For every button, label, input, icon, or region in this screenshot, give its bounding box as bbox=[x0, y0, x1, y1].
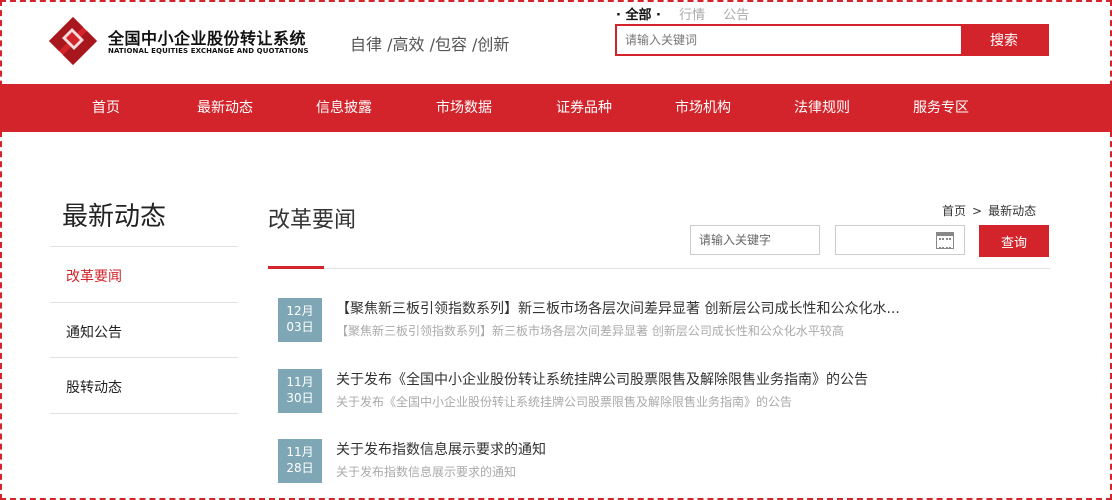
neeq-logo-icon[interactable] bbox=[48, 16, 98, 66]
sidebar-item-neeq-news[interactable]: 股转动态 bbox=[66, 377, 122, 397]
news-summary: 关于发布《全国中小企业股份转让系统挂牌公司股票限售及解除限售业务指南》的公告 bbox=[336, 395, 793, 409]
news-day: 30日 bbox=[286, 391, 314, 405]
nav-item-services[interactable]: 服务专区 bbox=[913, 84, 969, 132]
news-title-link[interactable]: 关于发布指数信息展示要求的通知 bbox=[336, 439, 546, 459]
sidebar-divider bbox=[50, 246, 238, 247]
news-date-badge: 12月 03日 bbox=[278, 298, 322, 342]
nav-item-home[interactable]: 首页 bbox=[92, 84, 120, 132]
scope-tab-announcements[interactable]: 公告 bbox=[723, 8, 749, 23]
title-underline-accent bbox=[268, 266, 324, 269]
slogan: 自律 /高效 /包容 /创新 bbox=[350, 35, 510, 54]
date-picker[interactable] bbox=[835, 225, 965, 255]
scope-tab-all[interactable]: · 全部 · bbox=[616, 8, 661, 23]
news-item[interactable]: 11月 30日 关于发布《全国中小企业股份转让系统挂牌公司股票限售及解除限售业务… bbox=[278, 369, 1053, 415]
news-item[interactable]: 11月 28日 关于发布指数信息展示要求的通知 关于发布指数信息展示要求的通知 bbox=[278, 439, 1053, 485]
logo-title-en: NATIONAL EQUITIES EXCHANGE AND QUOTATION… bbox=[108, 47, 309, 55]
sidebar-item-reform-news[interactable]: 改革要闻 bbox=[66, 266, 122, 286]
news-summary: 关于发布指数信息展示要求的通知 bbox=[336, 465, 517, 479]
nav-item-disclosure[interactable]: 信息披露 bbox=[316, 84, 372, 132]
news-day: 03日 bbox=[286, 320, 314, 334]
news-month: 11月 bbox=[286, 375, 314, 389]
search-button[interactable]: 搜索 bbox=[961, 26, 1047, 54]
news-item[interactable]: 12月 03日 【聚焦新三板引领指数系列】新三板市场各层次间差异显著 创新层公司… bbox=[278, 298, 1053, 344]
news-title-link[interactable]: 关于发布《全国中小企业股份转让系统挂牌公司股票限售及解除限售业务指南》的公告 bbox=[336, 369, 868, 389]
breadcrumb-current[interactable]: 最新动态 bbox=[988, 204, 1036, 218]
news-date-badge: 11月 28日 bbox=[278, 439, 322, 483]
breadcrumb-separator: > bbox=[972, 204, 983, 218]
news-month: 11月 bbox=[286, 445, 314, 459]
nav-item-rules[interactable]: 法律规则 bbox=[794, 84, 850, 132]
main-nav: 首页 最新动态 信息披露 市场数据 证券品种 市场机构 法律规则 服务专区 bbox=[0, 84, 1112, 132]
sidebar-item-notices[interactable]: 通知公告 bbox=[66, 322, 122, 342]
search-scope-tabs: · 全部 · 行情 公告 bbox=[616, 4, 763, 23]
title-divider bbox=[268, 268, 1050, 269]
logo-title-cn: 全国中小企业股份转让系统 bbox=[108, 29, 307, 48]
news-day: 28日 bbox=[286, 461, 314, 475]
sidebar-divider bbox=[50, 302, 238, 303]
news-summary: 【聚焦新三板引领指数系列】新三板市场各层次间差异显著 创新层公司成长性和公众化水… bbox=[336, 324, 844, 338]
breadcrumb-home[interactable]: 首页 bbox=[942, 204, 966, 218]
nav-item-securities[interactable]: 证券品种 bbox=[556, 84, 612, 132]
news-title-link[interactable]: 【聚焦新三板引领指数系列】新三板市场各层次间差异显著 创新层公司成长性和公众化水… bbox=[336, 298, 900, 318]
calendar-icon[interactable] bbox=[936, 232, 954, 249]
keyword-input[interactable] bbox=[690, 225, 820, 255]
nav-item-latest-news[interactable]: 最新动态 bbox=[197, 84, 253, 132]
sidebar-title: 最新动态 bbox=[62, 202, 167, 232]
breadcrumb: 首页 > 最新动态 bbox=[942, 202, 1036, 219]
nav-item-market-data[interactable]: 市场数据 bbox=[436, 84, 492, 132]
search-input[interactable] bbox=[617, 26, 961, 54]
nav-item-institutions[interactable]: 市场机构 bbox=[675, 84, 731, 132]
page-title: 改革要闻 bbox=[268, 208, 357, 233]
scope-tab-quotes[interactable]: 行情 bbox=[679, 8, 705, 23]
news-date-badge: 11月 30日 bbox=[278, 369, 322, 413]
news-month: 12月 bbox=[286, 304, 314, 318]
sidebar-divider bbox=[50, 357, 238, 358]
sidebar-divider bbox=[50, 413, 238, 414]
query-button[interactable]: 查询 bbox=[979, 225, 1049, 257]
search-box: 搜索 bbox=[615, 24, 1049, 56]
